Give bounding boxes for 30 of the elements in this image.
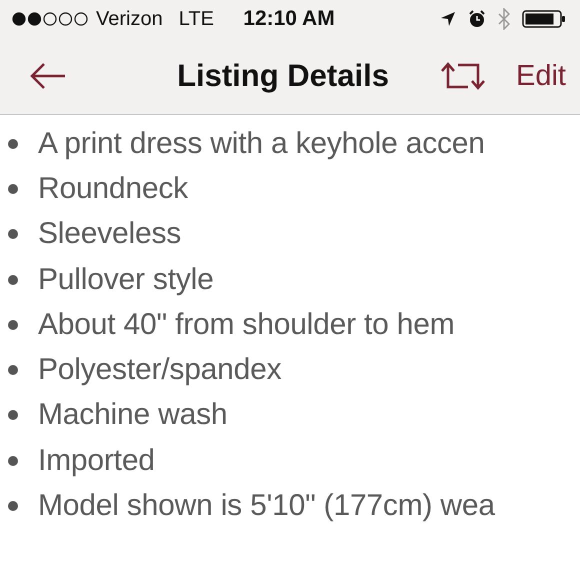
detail-text: About 40" from shoulder to hem — [38, 308, 455, 342]
network-type: LTE — [178, 8, 214, 30]
detail-text: A print dress with a keyhole accen — [38, 126, 485, 161]
bullet-icon — [8, 138, 18, 149]
bullet-icon — [8, 456, 18, 466]
location-arrow-icon — [440, 11, 456, 27]
alarm-clock-icon — [468, 10, 486, 28]
carrier-name: Verizon — [96, 8, 163, 30]
detail-text: Model shown is 5'10" (177cm) wea — [38, 489, 495, 524]
repost-icon[interactable] — [440, 62, 486, 90]
bluetooth-icon — [498, 8, 510, 30]
signal-icon — [12, 12, 88, 26]
detail-text: Imported — [38, 444, 155, 478]
battery-icon — [522, 9, 566, 29]
bullet-icon — [8, 320, 18, 330]
clock-time: 12:10 AM — [243, 7, 335, 31]
bullet-icon — [8, 274, 18, 285]
detail-text: Roundneck — [38, 172, 188, 206]
detail-text: Polyester/spandex — [38, 353, 282, 388]
edit-link[interactable]: Edit — [516, 60, 566, 92]
detail-text: Machine wash — [38, 398, 228, 432]
page-title: Listing Details — [176, 58, 390, 94]
back-arrow-icon[interactable] — [30, 62, 66, 90]
bullet-icon — [8, 501, 18, 512]
detail-text: Pullover style — [38, 262, 214, 297]
detail-text: Sleeveless — [38, 217, 182, 252]
bullet-icon — [8, 229, 18, 240]
bullet-icon — [8, 410, 18, 420]
bullet-icon — [8, 184, 18, 194]
bullet-icon — [8, 365, 18, 376]
